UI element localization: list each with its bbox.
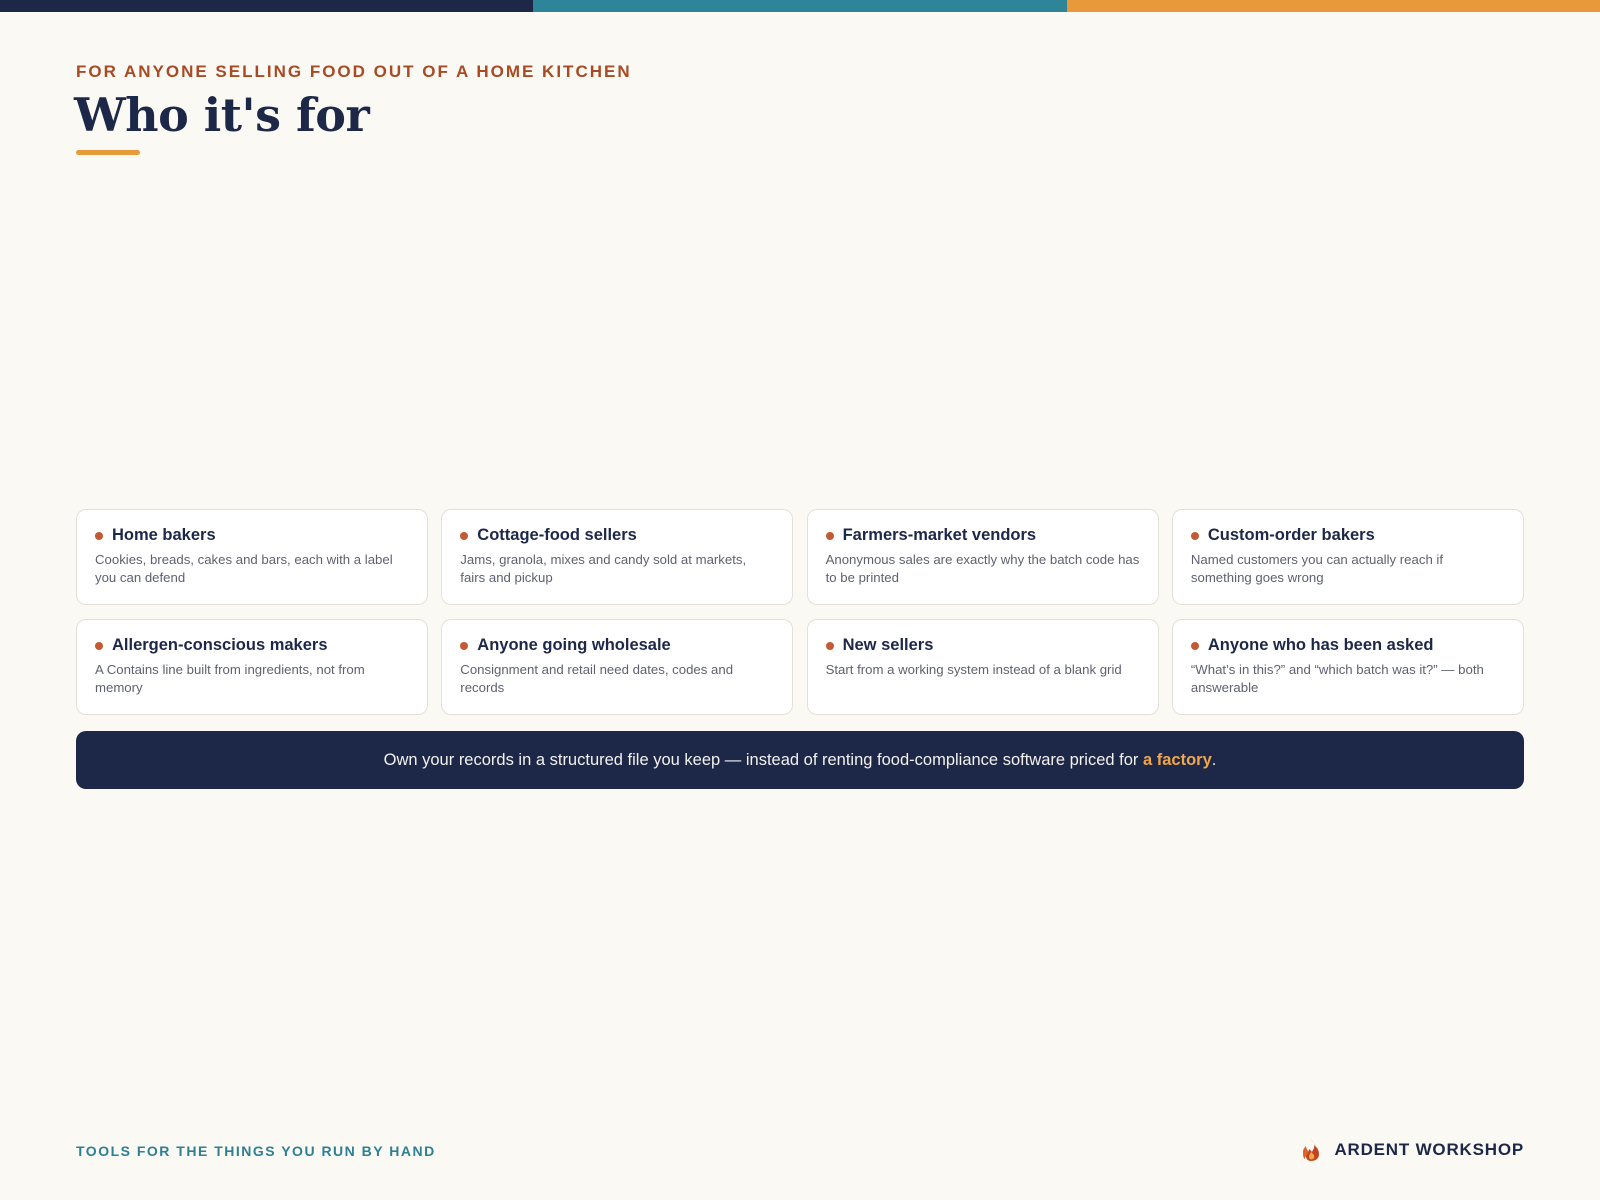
bullet-dot-icon xyxy=(460,531,469,540)
bullet-dot-icon xyxy=(460,641,469,650)
card-description: Anonymous sales are exactly why the batc… xyxy=(825,552,1140,585)
value-banner: Own your records in a structured file yo… xyxy=(76,731,1524,789)
banner-end: . xyxy=(1211,750,1217,769)
bullet-dot-icon xyxy=(825,531,834,540)
audience-card: Anyone going wholesale Consignment and r… xyxy=(441,619,794,715)
top-bar-navy-segment xyxy=(0,0,534,12)
page-title: Who it's for xyxy=(74,88,370,142)
title-underline xyxy=(76,150,140,155)
bullet-dot-icon xyxy=(1190,531,1199,540)
card-header: New sellers xyxy=(825,636,1140,655)
bullet-dot-icon xyxy=(825,641,834,650)
bullet-dot-icon xyxy=(1190,641,1199,650)
card-description: Start from a working system instead of a… xyxy=(825,662,1122,677)
flame-icon xyxy=(1303,1139,1320,1161)
bullet-dot-icon xyxy=(95,641,103,650)
card-header: Anyone going wholesale xyxy=(460,636,774,655)
card-header: Anyone who has been asked xyxy=(1190,636,1505,655)
card-description: A Contains line built from ingredients, … xyxy=(95,662,365,695)
card-description: Jams, granola, mixes and candy sold at m… xyxy=(460,552,747,585)
eyebrow-label: FOR ANYONE SELLING FOOD OUT OF A HOME KI… xyxy=(76,62,632,81)
bullet-dot-icon xyxy=(95,531,103,540)
footer-brand: ARDENT WORKSHOP xyxy=(1300,1138,1524,1162)
brand-name: ARDENT WORKSHOP xyxy=(1334,1140,1524,1159)
card-title: New sellers xyxy=(842,636,934,654)
audience-card: Allergen-conscious makers A Contains lin… xyxy=(76,619,428,715)
banner-highlight: a factory xyxy=(1143,750,1212,769)
audience-card: Home bakers Cookies, breads, cakes and b… xyxy=(76,509,428,605)
card-header: Home bakers xyxy=(95,526,409,545)
card-title: Anyone going wholesale xyxy=(477,636,671,654)
card-title: Allergen-conscious makers xyxy=(112,636,328,654)
audience-card: New sellers Start from a working system … xyxy=(806,619,1159,715)
audience-card: Farmers-market vendors Anonymous sales a… xyxy=(806,509,1159,605)
card-header: Custom-order bakers xyxy=(1190,526,1505,545)
card-header: Cottage-food sellers xyxy=(460,526,774,545)
card-title: Home bakers xyxy=(112,526,216,544)
audience-card: Cottage-food sellers Jams, granola, mixe… xyxy=(441,509,794,605)
audience-card: Custom-order bakers Named customers you … xyxy=(1171,509,1524,605)
top-color-bar xyxy=(0,0,1600,12)
card-description: Cookies, breads, cakes and bars, each wi… xyxy=(95,552,393,585)
top-bar-orange-segment xyxy=(1066,0,1600,12)
top-bar-teal-segment xyxy=(533,0,1067,12)
card-description: “What’s in this?” and “which batch was i… xyxy=(1190,662,1484,695)
banner-main-text: Own your records in a structured file yo… xyxy=(383,750,1143,769)
card-header: Allergen-conscious makers xyxy=(95,636,409,655)
card-header: Farmers-market vendors xyxy=(825,526,1140,545)
card-description: Consignment and retail need dates, codes… xyxy=(460,662,734,695)
footer-tagline: TOOLS FOR THE THINGS YOU RUN BY HAND xyxy=(76,1143,436,1159)
card-title: Custom-order bakers xyxy=(1207,526,1375,544)
slide: FOR ANYONE SELLING FOOD OUT OF A HOME KI… xyxy=(0,0,1600,1200)
banner-text: Own your records in a structured file yo… xyxy=(384,751,1217,770)
audience-card: Anyone who has been asked “What’s in thi… xyxy=(1171,619,1524,715)
audience-grid: Home bakers Cookies, breads, cakes and b… xyxy=(76,509,1524,715)
card-title: Anyone who has been asked xyxy=(1207,636,1434,654)
card-description: Named customers you can actually reach i… xyxy=(1190,552,1444,585)
card-title: Cottage-food sellers xyxy=(477,526,637,544)
card-title: Farmers-market vendors xyxy=(842,526,1037,544)
